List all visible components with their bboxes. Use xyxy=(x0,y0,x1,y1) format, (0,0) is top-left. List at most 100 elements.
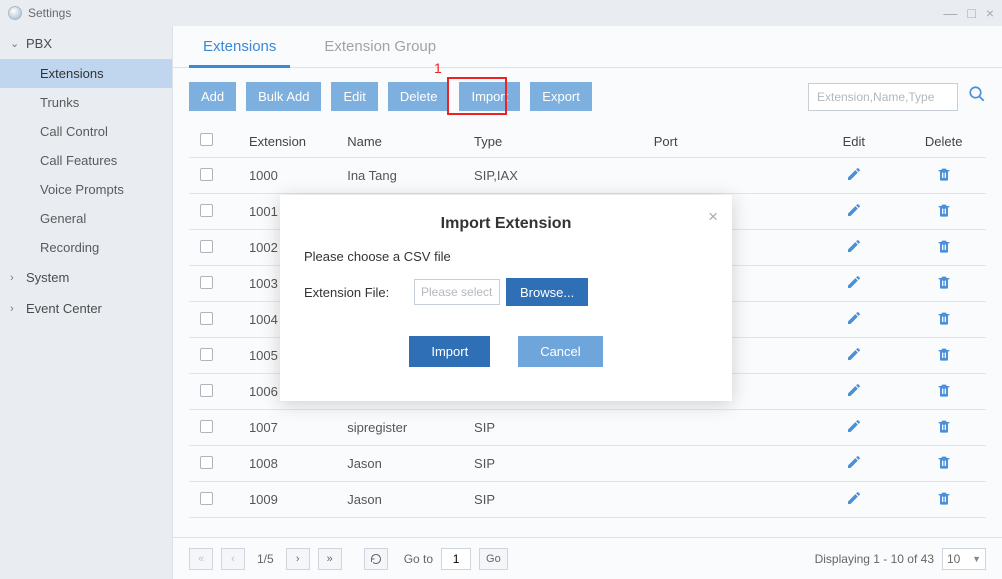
extension-file-input[interactable]: Please select xyxy=(414,279,500,305)
window-close-button[interactable]: × xyxy=(986,0,994,26)
chevron-right-icon: › xyxy=(10,272,20,284)
cell-type: SIP,IAX xyxy=(468,158,648,194)
cell-type: SIP xyxy=(468,410,648,446)
pagination-footer: « ‹ 1/5 › » Go to Go Displaying 1 - 10 o… xyxy=(173,537,1002,579)
edit-icon[interactable] xyxy=(846,350,862,365)
page-display: 1/5 xyxy=(253,552,278,566)
delete-button[interactable]: Delete xyxy=(388,82,450,111)
window-title: Settings xyxy=(28,0,71,26)
dialog-import-button[interactable]: Import xyxy=(409,336,490,367)
row-checkbox[interactable] xyxy=(200,492,213,505)
display-range: Displaying 1 - 10 of 43 xyxy=(815,552,934,566)
sidebar-group-event-center[interactable]: › Event Center xyxy=(0,293,172,324)
edit-icon[interactable] xyxy=(846,242,862,257)
cell-port xyxy=(648,410,807,446)
page-next-button[interactable]: › xyxy=(286,548,310,570)
chevron-down-icon: ▼ xyxy=(972,554,981,564)
sidebar-group-system[interactable]: › System xyxy=(0,262,172,293)
sidebar-item-call-control[interactable]: Call Control xyxy=(0,117,172,146)
goto-input[interactable] xyxy=(441,548,471,570)
edit-icon[interactable] xyxy=(846,206,862,221)
row-checkbox[interactable] xyxy=(200,348,213,361)
sidebar-group-label: Event Center xyxy=(26,301,102,316)
dialog-instruction: Please choose a CSV file xyxy=(304,249,451,264)
col-extension: Extension xyxy=(225,125,341,158)
cell-name: Jason xyxy=(341,482,468,518)
cell-type: SIP xyxy=(468,482,648,518)
page-first-button[interactable]: « xyxy=(189,548,213,570)
delete-icon[interactable] xyxy=(936,314,952,329)
delete-icon[interactable] xyxy=(936,242,952,257)
cell-port xyxy=(648,482,807,518)
sidebar-group-label: System xyxy=(26,270,69,285)
delete-icon[interactable] xyxy=(936,422,952,437)
close-icon[interactable]: × xyxy=(708,207,718,227)
dialog-cancel-button[interactable]: Cancel xyxy=(518,336,602,367)
browse-button[interactable]: Browse... xyxy=(506,278,588,306)
sidebar-item-extensions[interactable]: Extensions xyxy=(0,59,172,88)
row-checkbox[interactable] xyxy=(200,240,213,253)
page-refresh-button[interactable] xyxy=(364,548,388,570)
cell-extension: 1000 xyxy=(225,158,341,194)
sidebar-item-recording[interactable]: Recording xyxy=(0,233,172,262)
row-checkbox[interactable] xyxy=(200,204,213,217)
per-page-select[interactable]: 10 ▼ xyxy=(942,548,986,570)
edit-icon[interactable] xyxy=(846,386,862,401)
row-checkbox[interactable] xyxy=(200,384,213,397)
search-icon[interactable] xyxy=(968,85,986,108)
table-row: 1008JasonSIP xyxy=(189,446,986,482)
tab-extension-group[interactable]: Extension Group xyxy=(310,34,450,67)
sidebar-group-label: PBX xyxy=(26,36,52,51)
table-row: 1009JasonSIP xyxy=(189,482,986,518)
delete-icon[interactable] xyxy=(936,170,952,185)
window-minimize-button[interactable]: — xyxy=(943,0,957,26)
delete-icon[interactable] xyxy=(936,494,952,509)
cell-port xyxy=(648,158,807,194)
edit-icon[interactable] xyxy=(846,170,862,185)
cell-name: Ina Tang xyxy=(341,158,468,194)
tab-bar: Extensions Extension Group xyxy=(173,26,1002,68)
select-all-checkbox[interactable] xyxy=(200,133,213,146)
row-checkbox[interactable] xyxy=(200,276,213,289)
extension-file-label: Extension File: xyxy=(304,285,414,300)
page-prev-button[interactable]: ‹ xyxy=(221,548,245,570)
chevron-down-icon: ⌄ xyxy=(10,37,20,50)
cell-port xyxy=(648,446,807,482)
edit-icon[interactable] xyxy=(846,494,862,509)
cell-type: SIP xyxy=(468,446,648,482)
table-row: 1000Ina TangSIP,IAX xyxy=(189,158,986,194)
toolbar: Add Bulk Add Edit Delete Import Export xyxy=(173,68,1002,125)
edit-button[interactable]: Edit xyxy=(331,82,377,111)
sidebar-item-general[interactable]: General xyxy=(0,204,172,233)
cell-name: sipregister xyxy=(341,410,468,446)
delete-icon[interactable] xyxy=(936,278,952,293)
row-checkbox[interactable] xyxy=(200,420,213,433)
edit-icon[interactable] xyxy=(846,278,862,293)
table-row: 1007sipregisterSIP xyxy=(189,410,986,446)
row-checkbox[interactable] xyxy=(200,456,213,469)
import-button[interactable]: Import xyxy=(459,82,520,111)
sidebar-group-pbx[interactable]: ⌄ PBX xyxy=(0,28,172,59)
export-button[interactable]: Export xyxy=(530,82,592,111)
edit-icon[interactable] xyxy=(846,422,862,437)
delete-icon[interactable] xyxy=(936,386,952,401)
page-last-button[interactable]: » xyxy=(318,548,342,570)
sidebar-item-trunks[interactable]: Trunks xyxy=(0,88,172,117)
sidebar-item-call-features[interactable]: Call Features xyxy=(0,146,172,175)
go-button[interactable]: Go xyxy=(479,548,508,570)
add-button[interactable]: Add xyxy=(189,82,236,111)
delete-icon[interactable] xyxy=(936,458,952,473)
bulk-add-button[interactable]: Bulk Add xyxy=(246,82,321,111)
sidebar-item-voice-prompts[interactable]: Voice Prompts xyxy=(0,175,172,204)
search-input[interactable] xyxy=(808,83,958,111)
delete-icon[interactable] xyxy=(936,350,952,365)
tab-extensions[interactable]: Extensions xyxy=(189,34,290,68)
edit-icon[interactable] xyxy=(846,314,862,329)
col-delete: Delete xyxy=(901,125,986,158)
delete-icon[interactable] xyxy=(936,206,952,221)
window-maximize-button[interactable]: □ xyxy=(967,0,975,26)
row-checkbox[interactable] xyxy=(200,168,213,181)
row-checkbox[interactable] xyxy=(200,312,213,325)
window-titlebar: Settings — □ × xyxy=(0,0,1002,26)
edit-icon[interactable] xyxy=(846,458,862,473)
